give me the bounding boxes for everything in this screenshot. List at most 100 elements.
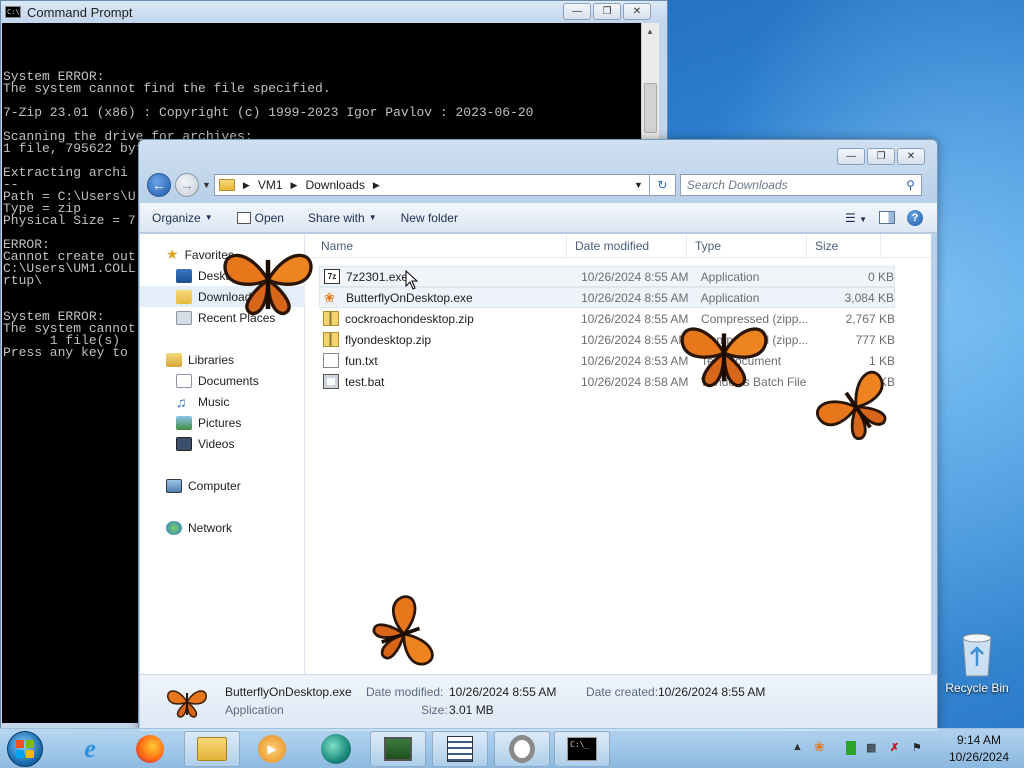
folder-icon [218,179,235,191]
computer-icon [166,478,182,493]
minimize-button[interactable]: — [837,148,865,165]
zip-icon [323,332,339,347]
file-row[interactable]: cockroachondesktop.zip 10/26/2024 8:55 A… [319,308,895,329]
battery-tray-icon[interactable] [846,741,856,755]
scroll-thumb[interactable] [644,83,657,133]
file-row[interactable]: test.bat 10/26/2024 8:58 AM Windows Batc… [319,371,895,392]
search-input[interactable]: Search Downloads ⚲ [679,174,922,196]
breadcrumb-vm1[interactable]: VM1 [258,178,283,192]
cmd-app-icon: C:\ [5,6,21,18]
nav-videos[interactable]: Videos [140,433,305,454]
file-row[interactable]: fun.txt 10/26/2024 8:53 AM Text Document… [319,350,895,371]
close-button[interactable]: ✕ [623,3,651,20]
maximize-button[interactable]: ❐ [593,3,621,20]
butterfly-tray-icon[interactable]: ❀ [814,739,825,755]
start-button[interactable] [7,731,43,767]
nav-music[interactable]: ♫ Music [140,391,305,412]
nav-favorites[interactable]: ★ Favorites [140,244,305,265]
chevron-right-icon[interactable]: ▶ [291,180,298,191]
chevron-down-icon: ▼ [368,213,377,222]
recycle-bin[interactable]: Recycle Bin [940,632,1014,695]
recycle-bin-label: Recycle Bin [945,681,1009,695]
nav-desktop[interactable]: Desktop [140,265,305,286]
cmd-scrollbar[interactable]: ▲ [641,23,659,139]
file-type: Compressed (zipp... [701,332,809,347]
opera-icon [509,735,535,763]
taskbar-app-opera[interactable] [494,731,550,767]
taskbar-app-monitor[interactable] [370,731,426,767]
open-app-icon [236,211,251,224]
recycle-bin-icon [962,633,992,677]
column-name[interactable]: Name [305,234,567,257]
address-dropdown-icon[interactable]: ▼ [634,180,649,190]
nav-downloads-label: Downloads [198,289,258,304]
file-size: 1 KB [868,353,895,368]
music-icon: ♫ [176,393,187,410]
column-size[interactable]: Size [807,234,881,257]
back-button[interactable]: ← [147,173,171,197]
address-bar[interactable]: ▶ VM1 ▶ Downloads ▶ ▼ [213,174,650,196]
network-tray-icon[interactable]: ▩ [866,741,876,754]
new-folder-button[interactable]: New folder [389,203,470,232]
volume-muted-icon[interactable]: ✗ [890,741,899,754]
close-button[interactable]: ✕ [897,148,925,165]
nav-documents-label: Documents [198,373,259,388]
action-center-flag-icon[interactable]: ⚑ [912,741,922,754]
open-button[interactable]: Open [225,203,296,232]
taskbar-firefox[interactable] [122,731,178,767]
nav-documents[interactable]: Documents [140,370,305,391]
chevron-right-icon[interactable]: ▶ [373,180,380,191]
documents-icon [176,373,192,388]
show-hidden-icons-button[interactable]: ▲ [792,741,803,753]
file-list[interactable]: Name Date modified Type Size 7z 7z2301.ex… [305,234,931,674]
nav-network[interactable]: Network [140,517,305,538]
taskbar-explorer[interactable] [184,731,240,767]
taskbar-command-prompt[interactable]: C:\_ [554,731,610,767]
view-options-icon[interactable]: ☰ ▼ [845,211,867,225]
explorer-window[interactable]: — ❐ ✕ ← → ▼ ▶ VM1 ▶ Downloads ▶ ▼ ↻ Sear… [138,139,938,731]
preview-pane-icon[interactable] [879,211,895,224]
system-clock[interactable]: 9:14 AM 10/26/2024 [934,732,1024,766]
open-label: Open [254,210,284,225]
pictures-icon [176,415,192,430]
search-icon[interactable]: ⚲ [906,178,915,192]
taskbar-app-teal[interactable] [308,731,364,767]
file-row[interactable]: flyondesktop.zip 10/26/2024 8:55 AM Comp… [319,329,895,350]
scroll-up-icon[interactable]: ▲ [646,27,654,36]
nav-pictures[interactable]: Pictures [140,412,305,433]
cmd-title-bar[interactable]: C:\ Command Prompt — ❐ ✕ [1,1,667,23]
taskbar-internet-explorer[interactable]: e [62,731,118,767]
breadcrumb-downloads[interactable]: Downloads [305,178,364,192]
share-with-button[interactable]: Share with ▼ [296,203,389,232]
refresh-button[interactable]: ↻ [649,174,676,196]
butterfly-icon: ❀ [324,290,335,305]
organize-label: Organize [152,210,201,225]
file-name: cockroachondesktop.zip [345,311,474,326]
nav-libraries[interactable]: Libraries [140,349,305,370]
taskbar-app-notes[interactable] [432,731,488,767]
file-row[interactable]: ❀ ButterflyOnDesktop.exe 10/26/2024 8:55 … [319,287,895,308]
help-icon[interactable]: ? [907,209,923,226]
organize-button[interactable]: Organize ▼ [140,203,225,232]
star-icon: ★ [166,246,179,262]
file-size: 0 KB [867,269,894,284]
taskbar: e ▶ C:\_ ▲ ❀ ▩ ✗ ⚑ 9:14 AM 10/26/2024 [0,728,1024,768]
notes-app-icon [447,736,473,762]
taskbar-media-player[interactable]: ▶ [244,731,300,767]
chevron-right-icon[interactable]: ▶ [243,180,250,191]
minimize-button[interactable]: — [563,3,591,20]
column-type[interactable]: Type [687,234,807,257]
recent-pages-dropdown[interactable]: ▼ [202,180,211,190]
details-size-label: Size: [421,703,448,717]
file-type: Application [700,269,760,284]
chevron-down-icon: ▼ [204,213,213,222]
nav-computer[interactable]: Computer [140,475,305,496]
videos-icon [176,436,192,451]
nav-downloads[interactable]: Downloads [140,286,305,307]
nav-recent-places[interactable]: Recent Places [140,307,305,328]
file-name: test.bat [345,374,385,389]
details-modified-value: 10/26/2024 8:55 AM [449,685,557,699]
column-date-modified[interactable]: Date modified [567,234,687,257]
forward-button[interactable]: → [175,173,199,197]
maximize-button[interactable]: ❐ [867,148,895,165]
